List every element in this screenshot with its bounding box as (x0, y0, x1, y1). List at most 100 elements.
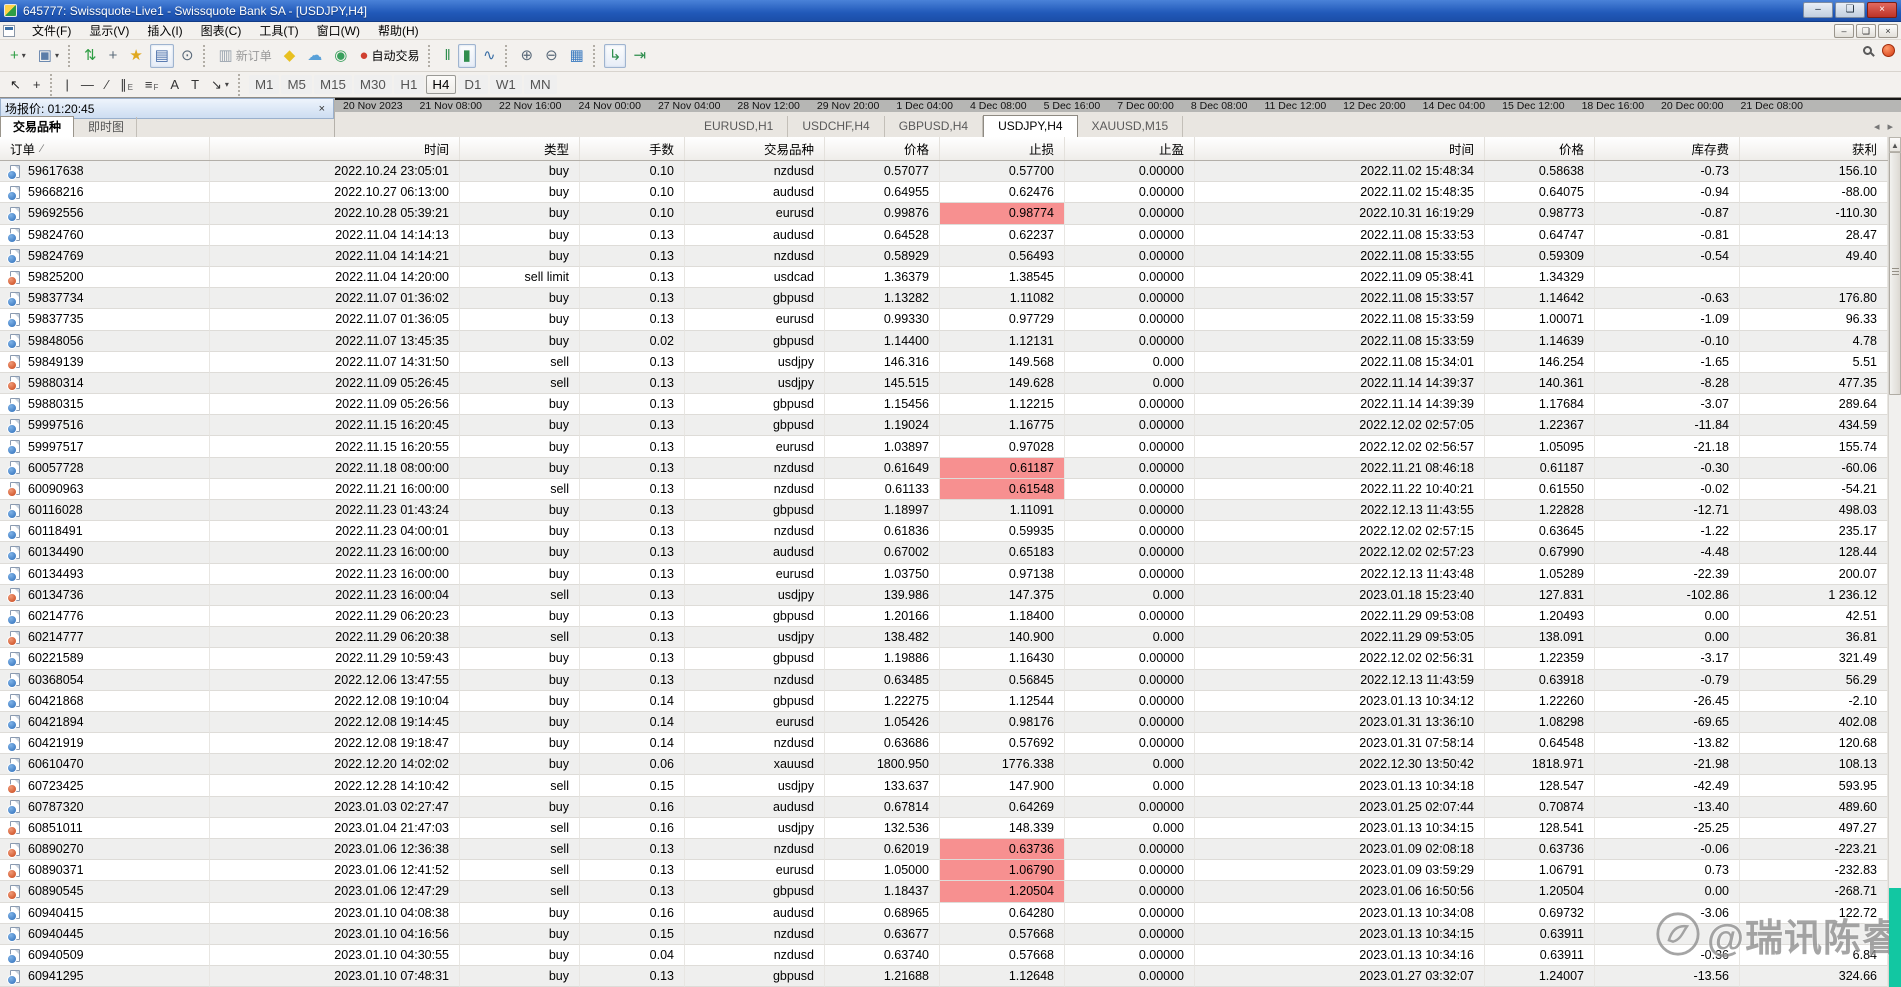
menu-item-窗口W[interactable]: 窗口(W) (308, 23, 369, 39)
chart-shift-button[interactable]: ⇥ (628, 44, 651, 68)
mdi-minimize-button[interactable]: – (1834, 24, 1854, 38)
timeframe-button-d1[interactable]: D1 (458, 75, 488, 94)
market-watch-toggle-button[interactable]: ⇅ (79, 44, 102, 68)
minimize-button[interactable]: – (1803, 2, 1833, 18)
table-row[interactable]: 609412952023.01.10 07:48:31buy0.13gbpusd… (0, 966, 1888, 987)
column-header-sl[interactable]: 止损 (940, 137, 1065, 160)
column-header-price[interactable]: 价格 (825, 137, 940, 160)
profiles-button[interactable]: ▣▾ (33, 44, 64, 68)
table-row[interactable]: 600577282022.11.18 08:00:00buy0.13nzdusd… (0, 458, 1888, 479)
chart-window-icon[interactable] (3, 25, 15, 37)
table-row[interactable]: 607873202023.01.03 02:27:47buy0.16audusd… (0, 797, 1888, 818)
menu-item-帮助H[interactable]: 帮助(H) (369, 23, 428, 39)
timeframe-button-m30[interactable]: M30 (354, 75, 392, 94)
menu-item-显示V[interactable]: 显示(V) (80, 23, 138, 39)
auto-scroll-button[interactable]: ↳ (604, 44, 627, 68)
tab-scroll-right-icon[interactable]: ▸ (1887, 120, 1893, 133)
table-row[interactable]: 608905452023.01.06 12:47:29sell0.13gbpus… (0, 881, 1888, 902)
chart-tab-gbpusd-h4[interactable]: GBPUSD,H4 (885, 116, 983, 137)
tile-windows-button[interactable]: ▦ (565, 44, 589, 68)
timeframe-button-h4[interactable]: H4 (426, 75, 456, 94)
column-header-close_price[interactable]: 价格 (1485, 137, 1595, 160)
close-button[interactable]: × (1867, 2, 1897, 18)
cursor-tool-button[interactable]: ↖ (5, 75, 26, 95)
tab-scroll-left-icon[interactable]: ◂ (1874, 120, 1880, 133)
column-header-close_time[interactable]: 时间 (1195, 137, 1485, 160)
table-row[interactable]: 601347362022.11.23 16:00:04sell0.13usdjp… (0, 585, 1888, 606)
new-chart-button[interactable]: +▾ (5, 44, 31, 68)
table-row[interactable]: 609405092023.01.10 04:30:55buy0.04nzdusd… (0, 945, 1888, 966)
mdi-close-button[interactable]: × (1878, 24, 1898, 38)
table-row[interactable]: 602147762022.11.29 06:20:23buy0.13gbpusd… (0, 606, 1888, 627)
timeframe-button-m1[interactable]: M1 (249, 75, 280, 94)
table-row[interactable]: 602215892022.11.29 10:59:43buy0.13gbpusd… (0, 648, 1888, 669)
terminal-toggle-button[interactable]: ▤ (150, 44, 174, 68)
column-header-order[interactable]: 订单∕ (0, 137, 210, 160)
mdi-restore-button[interactable]: ❏ (1856, 24, 1876, 38)
market-watch-tab-symbols[interactable]: 交易品种 (0, 116, 74, 137)
bar-chart-mode-button[interactable]: ‖ (439, 44, 455, 68)
table-row[interactable]: 598491392022.11.07 14:31:50sell0.13usdjp… (0, 352, 1888, 373)
column-header-type[interactable]: 类型 (460, 137, 580, 160)
table-row[interactable]: 601344932022.11.23 16:00:00buy0.13eurusd… (0, 564, 1888, 585)
market-watch-tab-tick-chart[interactable]: 即时图 (76, 117, 137, 137)
table-row[interactable]: 602147772022.11.29 06:20:38sell0.13usdjp… (0, 627, 1888, 648)
chart-tab-xauusd-m15[interactable]: XAUUSD,M15 (1078, 116, 1184, 137)
crosshair-tool-button[interactable]: + (28, 75, 46, 95)
table-row[interactable]: 596682162022.10.27 06:13:00buy0.10audusd… (0, 182, 1888, 203)
search-icon[interactable] (1863, 46, 1872, 55)
zoom-out-button[interactable]: ⊖ (540, 44, 563, 68)
line-chart-mode-button[interactable]: ∿ (478, 44, 501, 68)
strategy-tester-toggle-button[interactable]: ⊙ (176, 44, 199, 68)
table-row[interactable]: 603680542022.12.06 13:47:55buy0.13nzdusd… (0, 670, 1888, 691)
data-window-toggle-button[interactable]: + (104, 44, 123, 68)
timeframe-button-w1[interactable]: W1 (490, 75, 522, 94)
arrows-tool-button[interactable]: ↘▾ (206, 75, 234, 95)
table-row[interactable]: 604218682022.12.08 19:10:04buy0.14gbpusd… (0, 691, 1888, 712)
table-row[interactable]: 598247692022.11.04 14:14:21buy0.13nzdusd… (0, 246, 1888, 267)
horizontal-line-tool-button[interactable]: — (76, 75, 99, 95)
column-header-open_time[interactable]: 时间 (210, 137, 460, 160)
maximize-button[interactable]: ❏ (1835, 2, 1865, 18)
table-row[interactable]: 598803142022.11.09 05:26:45sell0.13usdjp… (0, 373, 1888, 394)
chart-tab-usdchf-h4[interactable]: USDCHF,H4 (788, 116, 884, 137)
table-row[interactable]: 601184912022.11.23 04:00:01buy0.13nzdusd… (0, 521, 1888, 542)
table-row[interactable]: 609404452023.01.10 04:16:56buy0.15nzdusd… (0, 924, 1888, 945)
zoom-in-button[interactable]: ⊕ (516, 44, 539, 68)
menu-item-工具T[interactable]: 工具(T) (250, 23, 307, 39)
table-row[interactable]: 598377342022.11.07 01:36:02buy0.13gbpusd… (0, 288, 1888, 309)
market-watch-close-icon[interactable]: × (315, 103, 329, 115)
metaeditor-button[interactable]: ◆ (279, 44, 301, 68)
menu-item-插入I[interactable]: 插入(I) (138, 23, 191, 39)
timeframe-button-h1[interactable]: H1 (394, 75, 424, 94)
column-header-profit[interactable]: 获利 (1740, 137, 1888, 160)
candle-chart-mode-button[interactable]: ▮ (458, 44, 476, 68)
autotrading-button[interactable]: ●自动交易 (354, 44, 424, 68)
trendline-tool-button[interactable]: ∕ (101, 75, 113, 95)
timeframe-button-mn[interactable]: MN (524, 75, 557, 94)
table-row[interactable]: 600909632022.11.21 16:00:00sell0.13nzdus… (0, 479, 1888, 500)
table-row[interactable]: 601160282022.11.23 01:43:24buy0.13gbpusd… (0, 500, 1888, 521)
table-row[interactable]: 598377352022.11.07 01:36:05buy0.13eurusd… (0, 309, 1888, 330)
chart-tab-eurusd-h1[interactable]: EURUSD,H1 (690, 116, 788, 137)
signals-button[interactable]: ◉ (329, 44, 352, 68)
column-header-symbol[interactable]: 交易品种 (685, 137, 825, 160)
new-order-button[interactable]: ▥新订单 (214, 44, 277, 68)
table-row[interactable]: 598480562022.11.07 13:45:35buy0.02gbpusd… (0, 331, 1888, 352)
table-row[interactable]: 604218942022.12.08 19:14:45buy0.14eurusd… (0, 712, 1888, 733)
vertical-scrollbar[interactable]: ▲ (1888, 137, 1901, 987)
community-icon[interactable] (1882, 44, 1895, 57)
table-row[interactable]: 598247602022.11.04 14:14:13buy0.13audusd… (0, 225, 1888, 246)
text-tool-button[interactable]: A (165, 75, 184, 95)
column-header-tp[interactable]: 止盈 (1065, 137, 1195, 160)
timeframe-button-m5[interactable]: M5 (281, 75, 312, 94)
table-row[interactable]: 596176382022.10.24 23:05:01buy0.10nzdusd… (0, 161, 1888, 182)
menu-item-图表C[interactable]: 图表(C) (192, 23, 251, 39)
table-row[interactable]: 596925562022.10.28 05:39:21buy0.10eurusd… (0, 203, 1888, 224)
table-row[interactable]: 601344902022.11.23 16:00:00buy0.13audusd… (0, 542, 1888, 563)
table-row[interactable]: 604219192022.12.08 19:18:47buy0.14nzdusd… (0, 733, 1888, 754)
table-row[interactable]: 608903712023.01.06 12:41:52sell0.13eurus… (0, 860, 1888, 881)
column-header-swap[interactable]: 库存费 (1595, 137, 1740, 160)
table-row[interactable]: 599975162022.11.15 16:20:45buy0.13gbpusd… (0, 415, 1888, 436)
column-header-lots[interactable]: 手数 (580, 137, 685, 160)
